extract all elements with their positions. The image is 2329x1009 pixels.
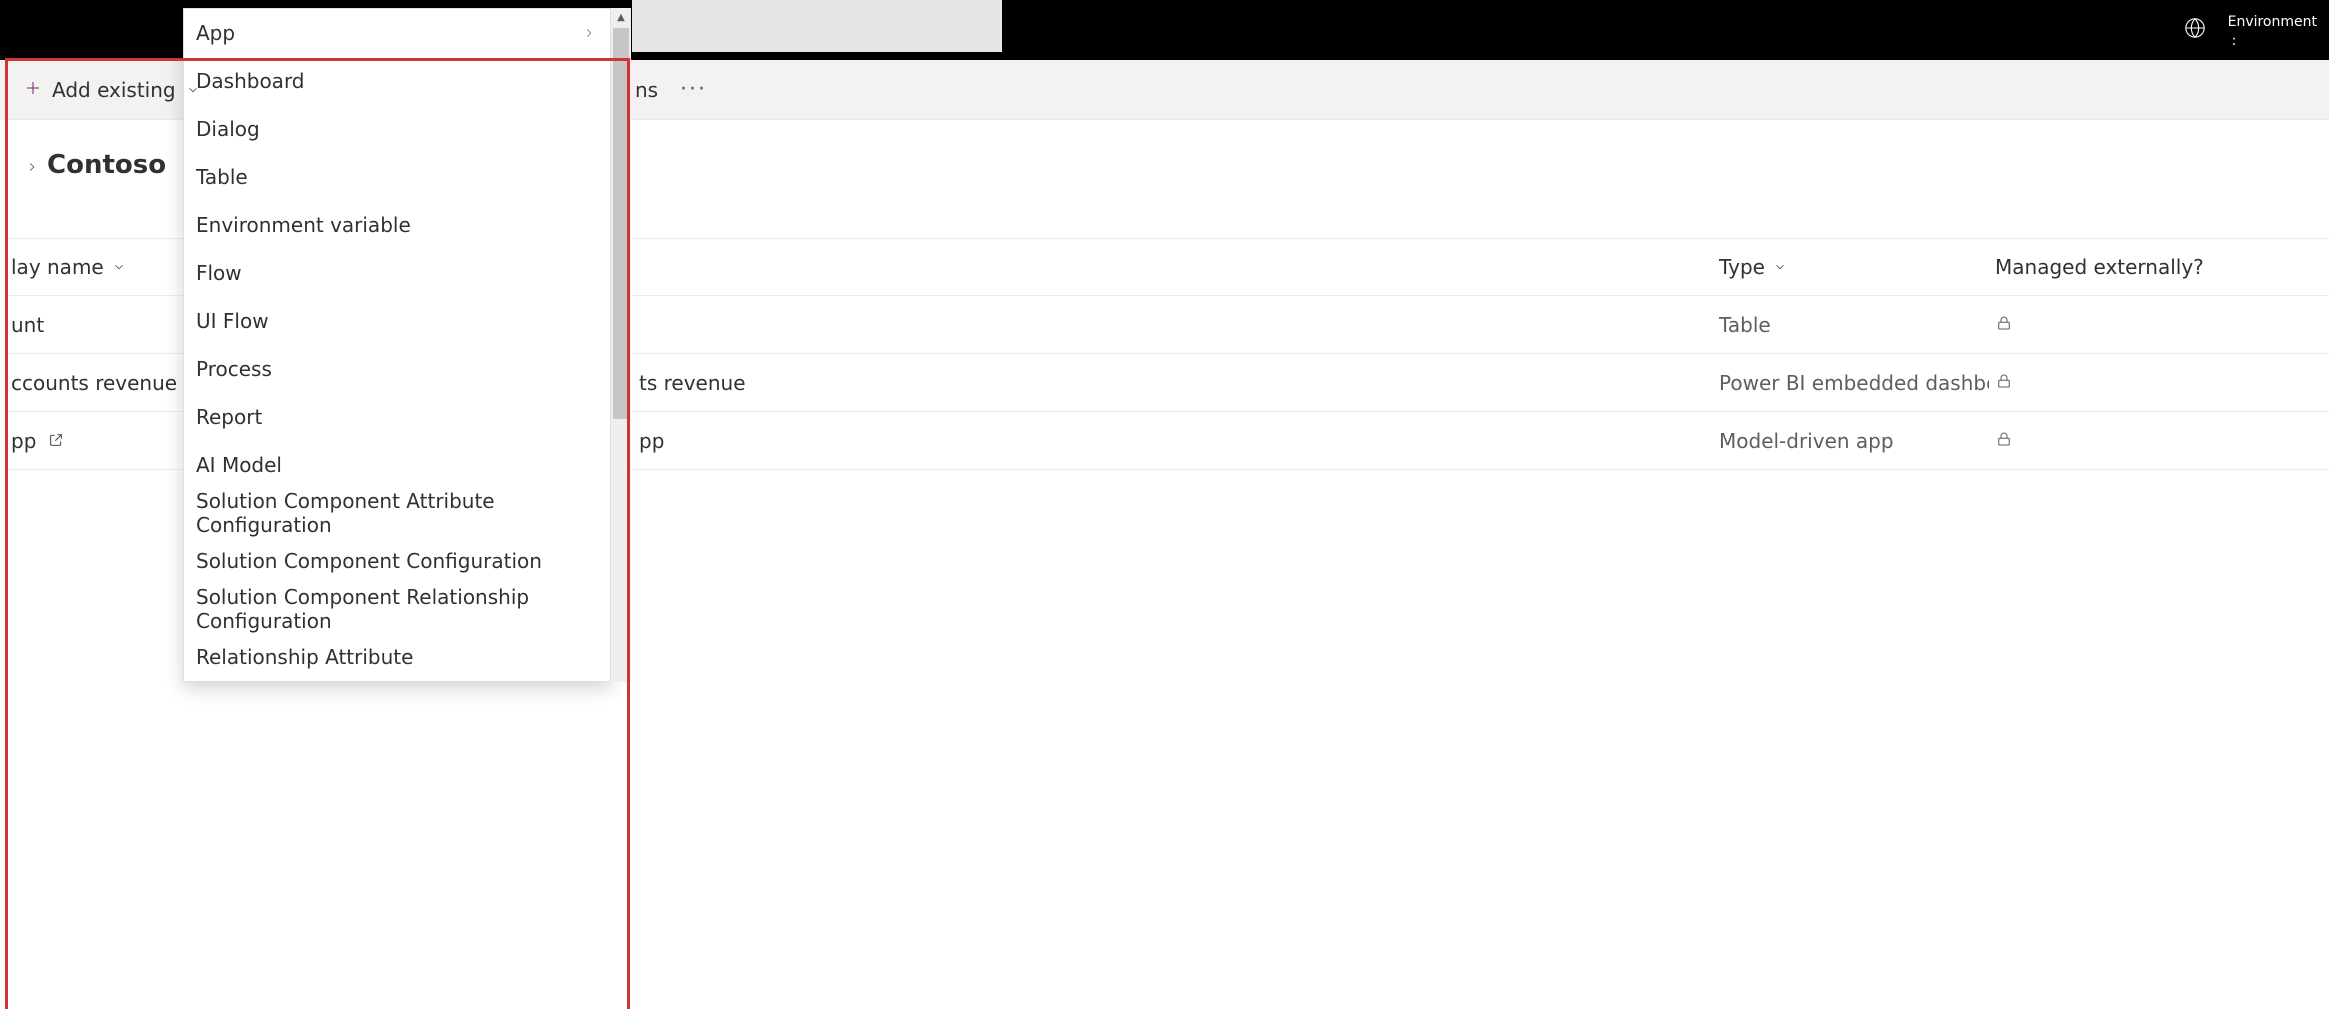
environment-label: Environment (2228, 14, 2317, 30)
globe-icon[interactable] (2184, 17, 2206, 43)
menu-item-label: Flow (196, 261, 242, 285)
plus-icon (24, 78, 42, 102)
menu-item[interactable]: Solution Component Relationship Configur… (184, 585, 610, 633)
menu-item[interactable]: Report (184, 393, 610, 441)
chevron-down-icon (186, 83, 200, 97)
menu-item-label: AI Model (196, 453, 282, 477)
scroll-thumb[interactable] (613, 28, 629, 419)
menu-item-label: Report (196, 405, 262, 429)
add-existing-dropdown: App Dashboard Dialog Table Environment varia… (183, 8, 611, 682)
row-managed (1989, 429, 2329, 453)
menu-item-label: UI Flow (196, 309, 269, 333)
menu-item[interactable]: Relationship Attribute (184, 633, 610, 681)
content-area: Contoso lay name Type Managed externally… (0, 120, 2329, 1009)
menu-item[interactable]: Dialog (184, 105, 610, 153)
menu-item-label: Table (196, 165, 248, 189)
row-name-right: ts revenue (633, 371, 1713, 395)
dropdown-menu: App Dashboard Dialog Table Environment varia… (183, 8, 611, 682)
menu-item[interactable]: Flow (184, 249, 610, 297)
row-managed (1989, 313, 2329, 337)
page-title: Contoso (47, 150, 166, 180)
search-field[interactable] (632, 0, 1002, 52)
menu-item[interactable]: Process (184, 345, 610, 393)
row-managed (1989, 371, 2329, 395)
menu-item-label: Dashboard (196, 69, 305, 93)
menu-item[interactable]: Solution Component Attribute Configurati… (184, 489, 610, 537)
chevron-down-icon (112, 260, 126, 274)
overflow-button[interactable]: ··· (680, 77, 707, 102)
chevron-right-icon (582, 26, 596, 40)
menu-item-label: Process (196, 357, 272, 381)
menu-item-label: Environment variable (196, 213, 411, 237)
environment-colon: : (2228, 33, 2237, 49)
menu-item-label: Solution Component Attribute Configurati… (196, 489, 596, 537)
lock-icon (1995, 313, 2013, 337)
truncated-command-label: ns (635, 78, 658, 102)
menu-item[interactable]: Solution Component Configuration (184, 537, 610, 585)
menu-item[interactable]: AI Model (184, 441, 610, 489)
menu-item-label: Relationship Attribute (196, 645, 413, 669)
lock-icon (1995, 371, 2013, 395)
menu-item-label: Solution Component Configuration (196, 549, 542, 573)
dropdown-scrollbar[interactable]: ▲ (611, 8, 631, 682)
lock-icon (1995, 429, 2013, 453)
chevron-right-icon[interactable] (25, 160, 39, 174)
row-type: Model-driven app (1713, 429, 1989, 453)
column-header-managed[interactable]: Managed externally? (1989, 255, 2329, 279)
scroll-up-arrow-icon[interactable]: ▲ (611, 8, 631, 26)
column-header-type[interactable]: Type (1713, 255, 1989, 279)
menu-item[interactable]: App (184, 9, 610, 57)
open-in-new-icon[interactable] (48, 429, 64, 453)
row-type: Power BI embedded dashboard (1713, 371, 1989, 395)
chevron-down-icon (1773, 260, 1787, 274)
menu-item[interactable]: UI Flow (184, 297, 610, 345)
menu-item[interactable]: Dashboard (184, 57, 610, 105)
menu-item[interactable]: Environment variable (184, 201, 610, 249)
row-type: Table (1713, 313, 1989, 337)
add-existing-label: Add existing (52, 78, 176, 102)
add-existing-button[interactable]: Add existing (14, 72, 210, 108)
menu-item-label: Dialog (196, 117, 260, 141)
menu-item-label: App (196, 21, 235, 45)
menu-item-label: Solution Component Relationship Configur… (196, 585, 596, 633)
menu-item[interactable]: Table (184, 153, 610, 201)
row-name-right: pp (633, 429, 1713, 453)
